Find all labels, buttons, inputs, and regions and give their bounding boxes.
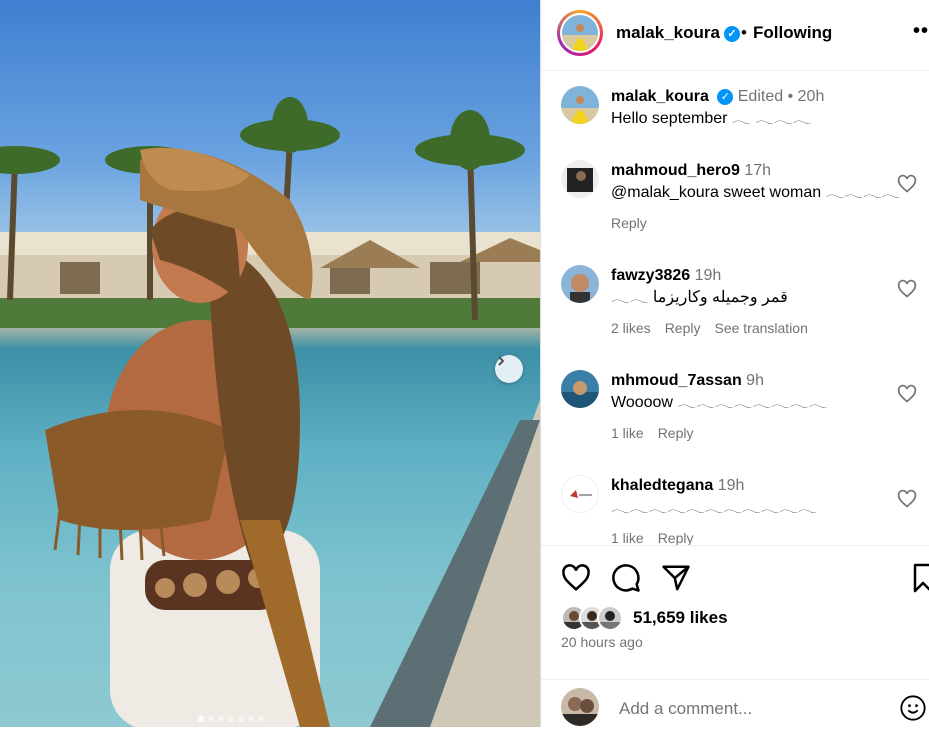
avatar[interactable] — [561, 370, 599, 408]
verified-badge-icon: ✓ — [717, 89, 734, 105]
carousel-dot — [228, 716, 234, 722]
more-options-icon[interactable]: ••• — [913, 20, 929, 43]
post-photo[interactable] — [0, 0, 540, 727]
comment-text: @malak_koura sweet woman 𓂃𓂃𓂃𓂃 — [611, 184, 901, 201]
avatar[interactable] — [561, 86, 599, 124]
reply-button[interactable]: Reply — [658, 527, 694, 545]
share-icon[interactable] — [661, 563, 691, 598]
likes-count[interactable]: 2 likes — [611, 317, 651, 339]
comment-text: Woooow 𓂃𓂃𓂃𓂃𓂃𓂃𓂃𓂃 — [611, 394, 828, 411]
caption-username[interactable]: malak_koura — [611, 88, 709, 105]
heart-icon[interactable] — [561, 563, 591, 598]
avatar — [562, 15, 598, 51]
comment-time[interactable]: 9h — [746, 372, 764, 389]
verified-badge-icon: ✓ — [723, 26, 740, 42]
photo-illustration — [0, 97, 540, 727]
carousel-dot — [208, 716, 214, 722]
likes-count[interactable]: 1 like — [611, 527, 644, 545]
avatar — [561, 688, 599, 726]
comment-time[interactable]: 19h — [718, 477, 745, 494]
carousel-dot — [258, 716, 264, 722]
carousel-dot — [248, 716, 254, 722]
post-sidebar: malak_koura✓ • Following ••• malak_koura… — [540, 0, 929, 727]
caption-text: Hello september 𓂃 𓂃𓂃𓂃 — [611, 110, 812, 127]
comment-username[interactable]: mhmoud_7assan — [611, 372, 742, 389]
post-header: malak_koura✓ • Following ••• — [541, 0, 929, 71]
likes-count[interactable]: 51,659 likes — [633, 608, 728, 628]
caption-time[interactable]: 20h — [798, 88, 825, 105]
header-separator: • — [741, 23, 747, 42]
comment-text: 𓂃𓂃𓂃𓂃𓂃𓂃𓂃𓂃𓂃𓂃𓂃 — [611, 499, 817, 516]
avatar[interactable] — [597, 605, 623, 631]
comment-icon[interactable] — [611, 563, 641, 598]
carousel-dot — [238, 716, 244, 722]
following-button[interactable]: Following — [753, 23, 832, 43]
comment-time[interactable]: 17h — [744, 162, 771, 179]
comments-list[interactable]: malak_koura ✓ Edited • 20h Hello septemb… — [541, 71, 929, 545]
next-slide-button[interactable] — [495, 355, 523, 383]
comment-username[interactable]: fawzy3826 — [611, 267, 690, 284]
bookmark-icon[interactable] — [913, 563, 929, 598]
comment-time[interactable]: 19h — [695, 267, 722, 284]
emoji-icon[interactable] — [899, 694, 927, 727]
comment-text: قمر وجميله وكاريزما 𓂃𓂃 — [611, 289, 788, 306]
dot-separator: • — [787, 88, 794, 105]
reply-button[interactable]: Reply — [658, 422, 694, 444]
carousel-dot — [198, 716, 204, 722]
comment-input[interactable] — [617, 698, 851, 720]
reply-button[interactable]: Reply — [665, 317, 701, 339]
carousel-dot — [218, 716, 224, 722]
see-translation-button[interactable]: See translation — [714, 317, 807, 339]
post-actions: 51,659 likes 20 hours ago — [541, 545, 929, 728]
post-timestamp[interactable]: 20 hours ago — [561, 634, 643, 650]
likes-summary: 51,659 likes — [561, 604, 728, 632]
avatar[interactable] — [561, 475, 599, 513]
carousel-dots — [198, 716, 264, 722]
author-username[interactable]: malak_koura ✓ — [616, 23, 740, 43]
comment-composer — [541, 679, 929, 729]
comment-username[interactable]: khaledtegana — [611, 477, 713, 494]
edited-label: Edited — [737, 88, 784, 105]
likes-count[interactable]: 1 like — [611, 422, 644, 444]
avatar[interactable] — [561, 160, 599, 198]
story-ring[interactable] — [557, 10, 603, 56]
avatar[interactable] — [561, 265, 599, 303]
comment-username[interactable]: mahmoud_hero9 — [611, 162, 740, 179]
reply-button[interactable]: Reply — [611, 212, 647, 234]
